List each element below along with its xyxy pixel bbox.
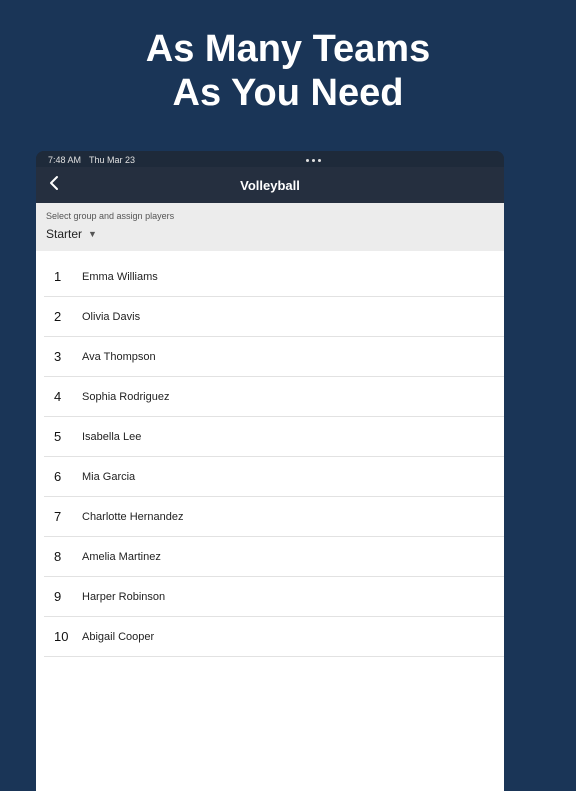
player-name: Olivia Davis: [82, 311, 140, 323]
player-name: Amelia Martinez: [82, 551, 161, 563]
player-name: Emma Williams: [82, 271, 158, 283]
player-number: 6: [54, 469, 76, 484]
player-name: Charlotte Hernandez: [82, 511, 184, 523]
player-number: 8: [54, 549, 76, 564]
player-name: Sophia Rodriguez: [82, 391, 169, 403]
player-number: 9: [54, 589, 76, 604]
status-time: 7:48 AM: [48, 155, 81, 165]
app-body: Select group and assign players Starter …: [36, 203, 504, 791]
player-row[interactable]: 3 Ava Thompson: [44, 337, 504, 377]
status-bar: 7:48 AM Thu Mar 23: [36, 151, 504, 167]
player-number: 7: [54, 509, 76, 524]
nav-bar: Volleyball: [36, 167, 504, 203]
chevron-left-icon: [48, 175, 60, 191]
player-row[interactable]: 1 Emma Williams: [44, 257, 504, 297]
player-row[interactable]: 9 Harper Robinson: [44, 577, 504, 617]
tablet-frame: 7:48 AM Thu Mar 23 Volleyball Select gro…: [36, 151, 504, 791]
group-dropdown[interactable]: Starter ▼: [46, 227, 494, 241]
player-name: Isabella Lee: [82, 431, 141, 443]
hero-title: As Many Teams As You Need: [0, 0, 576, 151]
player-number: 3: [54, 349, 76, 364]
player-row[interactable]: 2 Olivia Davis: [44, 297, 504, 337]
player-number: 5: [54, 429, 76, 444]
caret-down-icon: ▼: [88, 229, 97, 239]
group-selector: Select group and assign players Starter …: [36, 203, 504, 251]
player-number: 10: [54, 629, 76, 644]
player-row[interactable]: 6 Mia Garcia: [44, 457, 504, 497]
player-number: 1: [54, 269, 76, 284]
nav-title: Volleyball: [48, 178, 492, 193]
player-name: Ava Thompson: [82, 351, 156, 363]
player-name: Harper Robinson: [82, 591, 165, 603]
status-date: Thu Mar 23: [89, 155, 135, 165]
player-row[interactable]: 7 Charlotte Hernandez: [44, 497, 504, 537]
player-list: 1 Emma Williams 2 Olivia Davis 3 Ava Tho…: [36, 251, 504, 657]
player-number: 4: [54, 389, 76, 404]
group-selected-label: Starter: [46, 227, 82, 241]
player-row[interactable]: 5 Isabella Lee: [44, 417, 504, 457]
hero-line-2: As You Need: [20, 72, 556, 116]
multitask-dots-icon: [306, 159, 321, 162]
group-hint: Select group and assign players: [46, 211, 494, 221]
player-name: Abigail Cooper: [82, 631, 154, 643]
player-row[interactable]: 10 Abigail Cooper: [44, 617, 504, 657]
player-row[interactable]: 8 Amelia Martinez: [44, 537, 504, 577]
player-number: 2: [54, 309, 76, 324]
player-name: Mia Garcia: [82, 471, 135, 483]
back-button[interactable]: [48, 175, 60, 196]
hero-line-1: As Many Teams: [20, 28, 556, 72]
player-row[interactable]: 4 Sophia Rodriguez: [44, 377, 504, 417]
